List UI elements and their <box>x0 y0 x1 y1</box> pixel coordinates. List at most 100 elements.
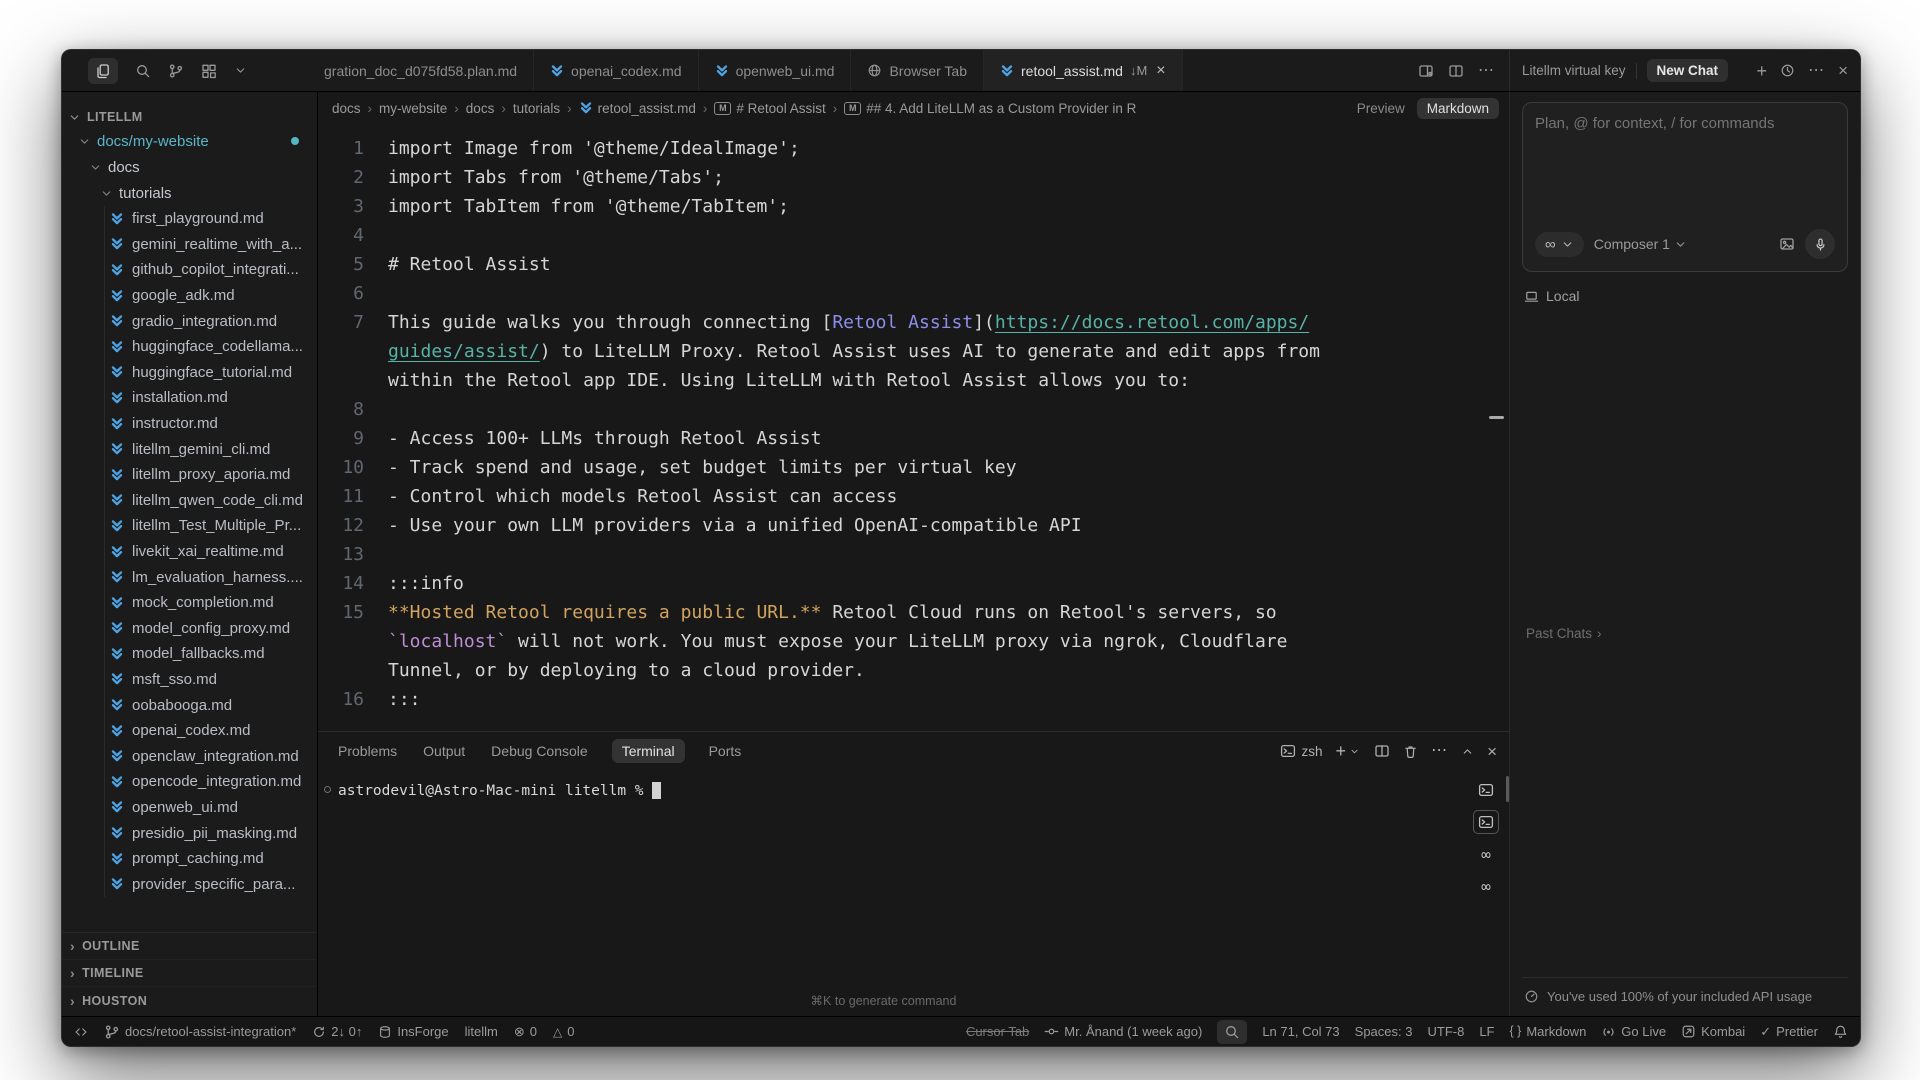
file-item-gradio-integration-md[interactable]: gradio_integration.md <box>62 308 317 334</box>
language-mode[interactable]: { }Markdown <box>1510 1024 1587 1039</box>
remote-indicator[interactable] <box>74 1025 88 1039</box>
file-item-github-copilot-integrati-[interactable]: github_copilot_integrati... <box>62 257 317 283</box>
terminal-body[interactable]: astrodevil@Astro-Mac-mini litellm % ∞∞ ⌘… <box>318 770 1509 1016</box>
past-chats[interactable]: Past Chats › <box>1522 626 1848 641</box>
composer-selector[interactable]: Composer 1 <box>1594 236 1687 252</box>
plus-icon[interactable]: + <box>1757 62 1768 80</box>
file-item-installation-md[interactable]: installation.md <box>62 385 317 411</box>
prettier[interactable]: ✓Prettier <box>1760 1024 1818 1039</box>
file-item-oobabooga-md[interactable]: oobabooga.md <box>62 692 317 718</box>
git-sync[interactable]: 2↓ 0↑ <box>312 1024 362 1039</box>
breadcrumb-item[interactable]: docs <box>332 101 361 116</box>
maximize-panel-icon[interactable] <box>1461 745 1474 758</box>
local-selector[interactable]: Local <box>1522 272 1848 304</box>
blame-author[interactable]: Mr. Ånand (1 week ago) <box>1044 1024 1202 1039</box>
tree-item-root-folder[interactable]: docs/my-website <box>62 128 317 154</box>
split-terminal-icon[interactable] <box>1374 743 1390 759</box>
breadcrumb-item[interactable]: M## 4. Add LiteLLM as a Custom Provider … <box>844 101 1136 116</box>
chat-tab-new-chat[interactable]: New Chat <box>1647 59 1729 82</box>
litellm-status[interactable]: litellm <box>465 1024 498 1039</box>
file-item-openai-codex-md[interactable]: openai_codex.md <box>62 718 317 744</box>
search-toggle[interactable] <box>1217 1020 1247 1044</box>
file-item-msft-sso-md[interactable]: msft_sso.md <box>62 667 317 693</box>
file-item-google-adk-md[interactable]: google_adk.md <box>62 283 317 309</box>
breadcrumb-item[interactable]: M# Retool Assist <box>714 101 825 116</box>
markdown-button[interactable]: Markdown <box>1417 98 1499 119</box>
file-item-presidio-pii-masking-md[interactable]: presidio_pii_masking.md <box>62 820 317 846</box>
terminal-tab-debug-console[interactable]: Debug Console <box>489 739 590 763</box>
code-editor[interactable]: 1import Image from '@theme/IdealImage';2… <box>318 124 1509 731</box>
notifications[interactable] <box>1833 1024 1848 1039</box>
shell-selector[interactable]: zsh <box>1280 743 1323 759</box>
tab-plan-doc[interactable]: gration_doc_d075fd58.plan.md <box>318 50 534 91</box>
file-item-huggingface-codellama-[interactable]: huggingface_codellama... <box>62 334 317 360</box>
eol[interactable]: LF <box>1479 1024 1494 1039</box>
tree-item-tutorials[interactable]: tutorials <box>62 180 317 206</box>
kombai[interactable]: Kombai <box>1681 1024 1745 1039</box>
tab-openweb-ui[interactable]: openweb_ui.md <box>699 50 852 91</box>
encoding[interactable]: UTF-8 <box>1427 1024 1464 1039</box>
tab-openai-codex[interactable]: openai_codex.md <box>534 50 699 91</box>
file-item-lm-evaluation-harness-[interactable]: lm_evaluation_harness.... <box>62 564 317 590</box>
source-control-icon[interactable] <box>168 63 184 79</box>
file-item-gemini-realtime-with-a-[interactable]: gemini_realtime_with_a... <box>62 232 317 258</box>
sidebar-section-houston[interactable]: ›HOUSTON <box>62 987 317 1014</box>
search-toggle-box[interactable] <box>1217 1020 1247 1044</box>
terminal-tab-ports[interactable]: Ports <box>707 739 744 763</box>
file-item-litellm-Test-Multiple-Pr-[interactable]: litellm_Test_Multiple_Pr... <box>62 513 317 539</box>
tab-browser[interactable]: Browser Tab <box>851 50 984 91</box>
file-item-openweb-ui-md[interactable]: openweb_ui.md <box>62 795 317 821</box>
sidebar-section-litellm[interactable]: LITELLM <box>62 106 317 128</box>
more-icon[interactable]: ⋯ <box>1431 743 1448 759</box>
attach-image-button[interactable] <box>1779 236 1795 252</box>
search-icon[interactable] <box>135 63 151 79</box>
tree-item-docs[interactable]: docs <box>62 154 317 180</box>
files-icon[interactable] <box>88 58 118 84</box>
file-item-model-config-proxy-md[interactable]: model_config_proxy.md <box>62 616 317 642</box>
file-item-opencode-integration-md[interactable]: opencode_integration.md <box>62 769 317 795</box>
warnings[interactable]: △0 <box>553 1024 574 1039</box>
chat-input-box[interactable]: Plan, @ for context, / for commands ∞ Co… <box>1522 102 1848 272</box>
file-item-model-fallbacks-md[interactable]: model_fallbacks.md <box>62 641 317 667</box>
terminal-scrollbar[interactable] <box>1506 776 1509 802</box>
model-selector[interactable]: ∞ <box>1535 232 1584 257</box>
file-item-litellm-proxy-aporia-md[interactable]: litellm_proxy_aporia.md <box>62 462 317 488</box>
file-item-mock-completion-md[interactable]: mock_completion.md <box>62 590 317 616</box>
background-agent-icon[interactable]: ∞ <box>1473 842 1499 866</box>
terminal-tab-terminal[interactable]: Terminal <box>612 739 685 763</box>
cursor-tab[interactable]: Cursor Tab <box>966 1024 1029 1039</box>
new-terminal-button[interactable]: + <box>1336 742 1362 760</box>
sidebar-section-timeline[interactable]: ›TIMELINE <box>62 960 317 987</box>
more-icon[interactable]: ⋯ <box>1808 63 1825 79</box>
insforge[interactable]: InsForge <box>378 1024 448 1039</box>
breadcrumb-item[interactable]: docs <box>466 101 495 116</box>
file-item-prompt-caching-md[interactable]: prompt_caching.md <box>62 846 317 872</box>
tab-retool-assist[interactable]: retool_assist.md↓M× <box>984 50 1183 91</box>
go-live[interactable]: Go Live <box>1601 1024 1666 1039</box>
file-item-first-playground-md[interactable]: first_playground.md <box>62 206 317 232</box>
chat-tab-litellm-virtual-key[interactable]: Litellm virtual key <box>1522 63 1626 78</box>
terminal-session-icon[interactable] <box>1473 810 1499 834</box>
file-item-litellm-qwen-code-cli-md[interactable]: litellm_qwen_code_cli.md <box>62 488 317 514</box>
file-item-livekit-xai-realtime-md[interactable]: livekit_xai_realtime.md <box>62 539 317 565</box>
terminal-tab-problems[interactable]: Problems <box>336 739 399 763</box>
close-panel-icon[interactable]: × <box>1487 743 1497 760</box>
extensions-icon[interactable] <box>201 63 217 79</box>
chevron-down-icon[interactable] <box>234 64 247 77</box>
file-item-openclaw-integration-md[interactable]: openclaw_integration.md <box>62 743 317 769</box>
preview-button[interactable]: Preview <box>1357 101 1405 116</box>
more-icon[interactable]: ⋯ <box>1478 63 1495 79</box>
split-editor-icon[interactable] <box>1448 63 1464 79</box>
errors[interactable]: ⊗0 <box>514 1024 537 1039</box>
close-icon[interactable]: × <box>1156 62 1165 80</box>
history-icon[interactable] <box>1780 63 1795 78</box>
terminal-session-icon[interactable] <box>1473 778 1499 802</box>
sidebar-section-outline[interactable]: ›OUTLINE <box>62 933 317 960</box>
indentation[interactable]: Spaces: 3 <box>1355 1024 1413 1039</box>
terminal-tab-output[interactable]: Output <box>421 739 467 763</box>
breadcrumb-item[interactable]: my-website <box>379 101 447 116</box>
layout-icon[interactable] <box>1418 63 1434 79</box>
file-item-huggingface-tutorial-md[interactable]: huggingface_tutorial.md <box>62 360 317 386</box>
file-item-litellm-gemini-cli-md[interactable]: litellm_gemini_cli.md <box>62 436 317 462</box>
voice-input-button[interactable] <box>1805 229 1835 259</box>
